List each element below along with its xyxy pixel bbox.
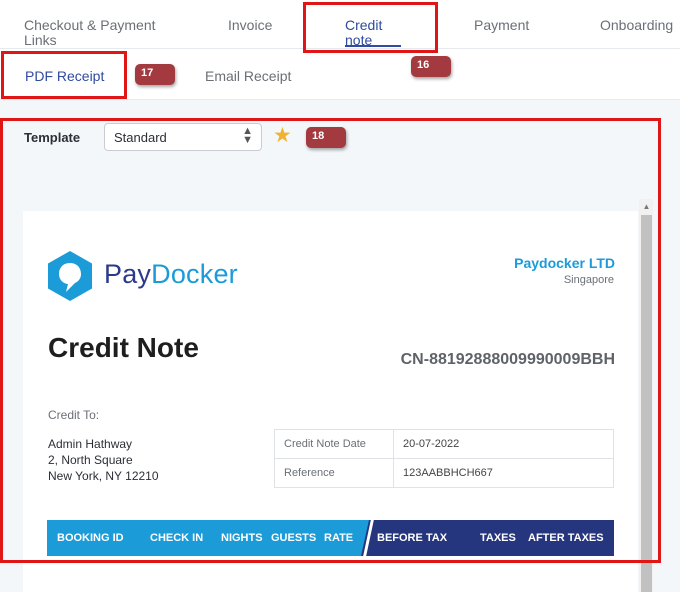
tab-label-line1: Checkout & Payment [24,17,156,33]
highlight-credit-note-tab [303,2,438,53]
tab-label-line2: Links [24,32,57,48]
highlight-preview-panel [0,118,661,563]
annotation-badge-16: 16 [411,56,451,77]
subtab-email-receipt[interactable]: Email Receipt [205,68,291,84]
tab-invoice[interactable]: Invoice [228,18,272,33]
tab-payment[interactable]: Payment [474,18,529,33]
annotation-badge-18: 18 [306,127,346,148]
annotation-badge-17: 17 [135,64,175,85]
highlight-pdf-receipt-tab [1,51,127,99]
tab-onboarding[interactable]: Onboarding [600,18,673,33]
tab-checkout-payment-links[interactable]: Checkout & Payment Links [24,18,156,48]
